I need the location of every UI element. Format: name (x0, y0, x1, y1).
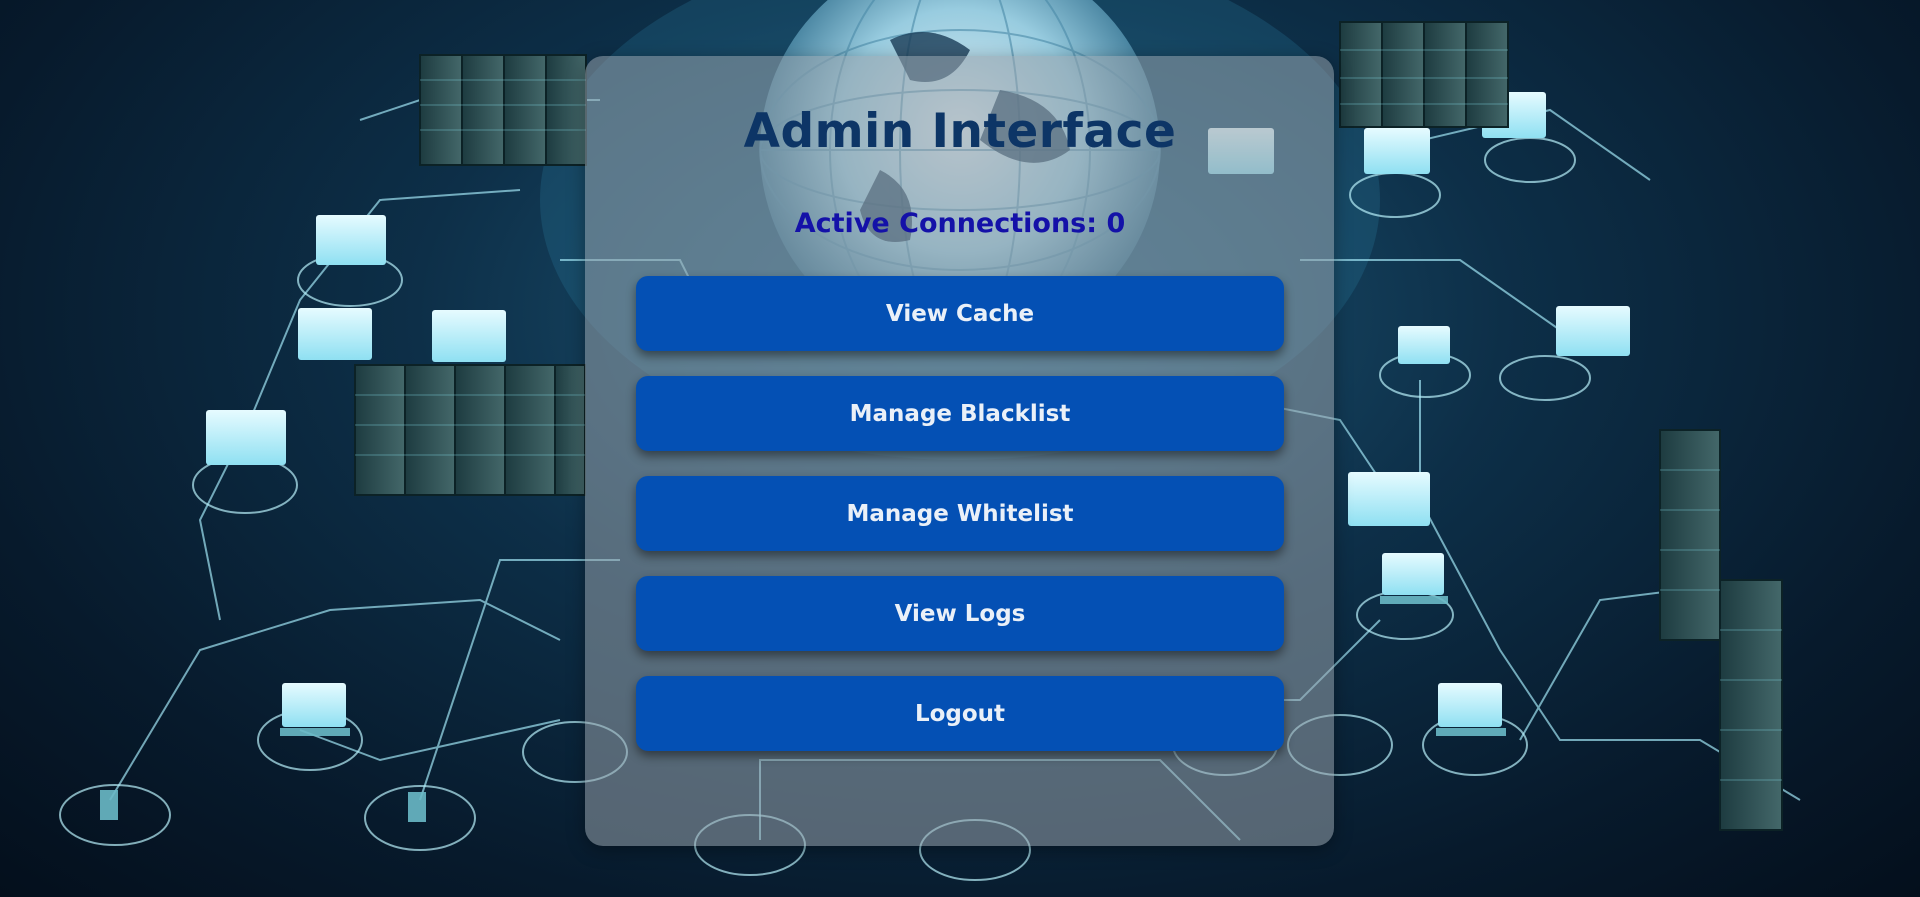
view-logs-button[interactable]: View Logs (636, 576, 1284, 651)
view-cache-button[interactable]: View Cache (636, 276, 1284, 351)
active-connections-status: Active Connections: 0 (794, 208, 1126, 239)
manage-blacklist-button[interactable]: Manage Blacklist (636, 376, 1284, 451)
page-title: Admin Interface (743, 104, 1177, 159)
logout-button[interactable]: Logout (636, 676, 1284, 751)
manage-whitelist-button[interactable]: Manage Whitelist (636, 476, 1284, 551)
